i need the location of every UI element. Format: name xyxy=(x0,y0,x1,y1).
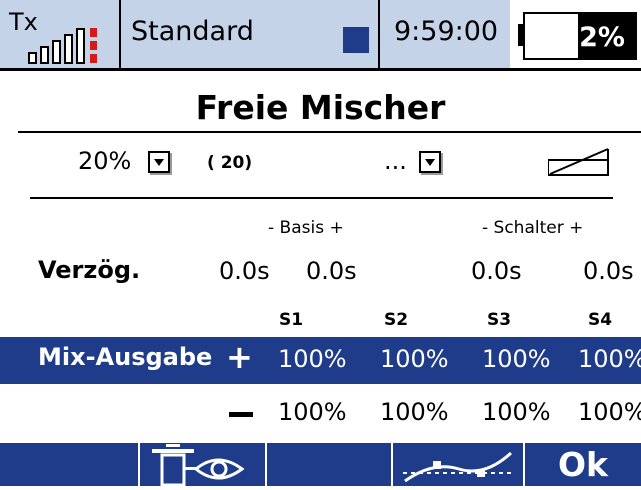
divider xyxy=(0,68,641,71)
offset-value[interactable]: 20% xyxy=(78,147,131,175)
delay-label: Verzög. xyxy=(38,256,141,284)
offset-sub-value: ( 20) xyxy=(207,153,253,173)
delay-schalter-plus[interactable]: 0.0s xyxy=(583,257,634,285)
delay-basis-plus[interactable]: 0.0s xyxy=(306,257,357,285)
switch-value[interactable]: ... xyxy=(384,147,407,175)
mix-minus-s3[interactable]: 100% xyxy=(482,398,551,426)
plus-sign: + xyxy=(226,338,253,376)
page-title: Freie Mischer xyxy=(195,88,446,127)
model-name: Standard xyxy=(131,16,254,47)
empty-button-3[interactable] xyxy=(267,443,391,486)
mix-minus-s2[interactable]: 100% xyxy=(380,398,449,426)
divider xyxy=(18,131,641,133)
offset-dropdown-icon[interactable] xyxy=(148,151,170,173)
servo-view-button[interactable] xyxy=(140,443,265,487)
servo-view-icon xyxy=(152,444,245,487)
empty-button-1[interactable] xyxy=(0,443,138,486)
signal-bars-icon xyxy=(28,28,98,64)
step-header-s1: S1 xyxy=(279,310,304,330)
mix-output-plus-row: Mix-Ausgabe + 100% 100% 100% 100% xyxy=(0,337,641,384)
delay-schalter-minus[interactable]: 0.0s xyxy=(471,257,522,285)
divider xyxy=(30,197,613,199)
timer-value: 9:59:00 xyxy=(394,16,499,47)
minus-sign-icon xyxy=(229,412,253,417)
step-header-s3: S3 xyxy=(487,310,512,330)
basis-header: - Basis + xyxy=(268,218,344,238)
step-header-s2: S2 xyxy=(384,310,409,330)
signal-warning-icon xyxy=(90,28,97,37)
switch-dropdown-icon[interactable] xyxy=(419,151,441,173)
linear-curve-icon[interactable] xyxy=(548,147,611,177)
battery-indicator: 52% xyxy=(510,0,641,68)
mix-output-label: Mix-Ausgabe xyxy=(38,343,213,371)
curve-points-icon xyxy=(403,451,513,483)
model-type-icon xyxy=(343,27,369,53)
curve-points-button[interactable] xyxy=(393,443,523,486)
mix-plus-s4[interactable]: 100% xyxy=(578,345,641,373)
mix-plus-s3[interactable]: 100% xyxy=(482,345,551,373)
tx-signal-indicator: Tx xyxy=(0,0,121,68)
step-header-s4: S4 xyxy=(588,310,613,330)
battery-percent: 52% xyxy=(560,22,625,53)
mix-plus-s1[interactable]: 100% xyxy=(278,345,347,373)
model-indicator[interactable]: Standard xyxy=(121,0,380,68)
status-bar: Tx Standard 9:59:00 52% xyxy=(0,0,641,68)
delay-basis-minus[interactable]: 0.0s xyxy=(219,257,270,285)
schalter-header: - Schalter + xyxy=(482,218,584,238)
ok-button[interactable]: Ok xyxy=(525,443,641,486)
ok-label: Ok xyxy=(558,445,608,484)
mix-minus-s4[interactable]: 100% xyxy=(578,398,641,426)
button-bar: Ok xyxy=(0,443,641,487)
mix-minus-s1[interactable]: 100% xyxy=(278,398,347,426)
mix-plus-s2[interactable]: 100% xyxy=(380,345,449,373)
timer-display[interactable]: 9:59:00 xyxy=(380,0,510,68)
